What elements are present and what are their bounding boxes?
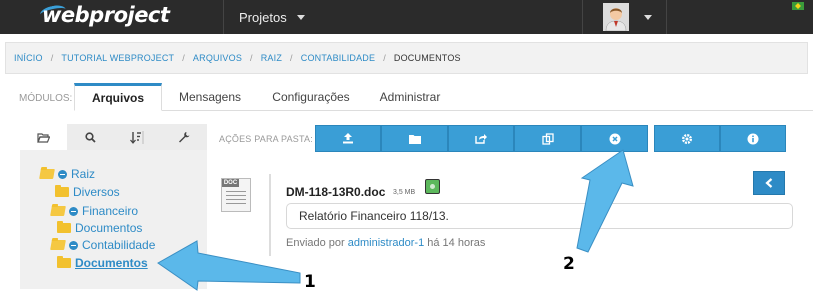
tree-item-finance-documents[interactable]: Documentos [57, 221, 142, 235]
breadcrumb: INÍCIO / TUTORIAL WEBPROJECT / ARQUIVOS … [5, 42, 808, 74]
tree-item-label: Diversos [73, 185, 120, 199]
logo-text: webproject [42, 3, 170, 27]
back-button[interactable] [753, 171, 785, 195]
delete-button[interactable] [581, 125, 648, 152]
doc-lines [226, 191, 246, 207]
settings-button[interactable] [654, 125, 720, 152]
navbar-divider [666, 0, 667, 34]
breadcrumb-accounting[interactable]: CONTABILIDADE [301, 53, 375, 63]
close-circle-icon [609, 133, 620, 144]
tab-admin[interactable]: Administrar [370, 83, 450, 111]
collapse-icon[interactable] [69, 240, 78, 250]
folder-open-icon [39, 169, 55, 179]
folder-open-icon [50, 240, 66, 250]
breadcrumb-project[interactable]: TUTORIAL WEBPROJECT [61, 53, 174, 63]
user-avatar[interactable] [603, 3, 629, 31]
breadcrumb-files[interactable]: ARQUIVOS [193, 53, 242, 63]
tree-item-label: Contabilidade [82, 238, 156, 252]
breadcrumb-current: DOCUMENTOS [393, 53, 461, 63]
tree-item-label: Documentos [75, 256, 148, 270]
tree-item-misc[interactable]: Diversos [55, 185, 120, 199]
tree-item-accounting-documents[interactable]: Documentos [57, 256, 148, 270]
info-button[interactable] [720, 125, 786, 152]
navbar-divider [223, 0, 224, 34]
breadcrumb-separator: / [182, 53, 185, 63]
projects-menu[interactable]: Projetos [239, 10, 305, 25]
copy-button[interactable] [514, 125, 581, 152]
tab-sort[interactable] [114, 124, 161, 150]
folder-open-icon [50, 206, 66, 216]
info-icon [747, 133, 759, 144]
brazil-flag-icon[interactable] [792, 2, 804, 10]
navbar-divider [582, 0, 583, 34]
tab-tools[interactable] [160, 124, 207, 150]
doc-file-type: DOC [222, 179, 239, 187]
folder-icon [55, 185, 69, 197]
search-icon [85, 131, 96, 143]
gear-icon [682, 133, 692, 144]
folder-icon [57, 221, 71, 233]
file-upload-info: Enviado por administrador-1 há 14 horas [286, 237, 485, 249]
tab-settings[interactable]: Configurações [255, 83, 367, 111]
top-navbar: webproject Projetos [0, 0, 813, 34]
projects-label: Projetos [239, 10, 287, 25]
upload-button[interactable] [315, 125, 381, 152]
file-name[interactable]: DM-118-13R0.doc [286, 185, 385, 199]
sent-by-label: Enviado por [286, 237, 345, 249]
collapse-icon[interactable] [58, 169, 67, 179]
chevron-left-icon [765, 178, 773, 188]
tree-item-label: Financeiro [82, 204, 139, 218]
copy-icon [541, 132, 554, 145]
tree-item-finance[interactable]: Financeiro [50, 204, 139, 218]
tab-messages[interactable]: Mensagens [170, 83, 250, 111]
folder-panel-tabs [20, 124, 207, 150]
caret-down-icon [296, 15, 305, 20]
file-divider [269, 174, 271, 256]
annotation-label-2: 2 [563, 254, 575, 274]
breadcrumb-root[interactable]: RAIZ [261, 53, 282, 63]
user-menu-caret-icon[interactable] [644, 15, 652, 20]
tree-item-label: Raiz [71, 167, 96, 181]
upload-icon [343, 133, 353, 144]
download-badge-icon[interactable] [425, 179, 440, 194]
logo[interactable]: webproject [39, 0, 170, 30]
annotation-label-1: 1 [304, 272, 316, 292]
breadcrumb-separator: / [50, 53, 54, 63]
page: webproject Projetos INÍCIO / TUTORIAL WE… [0, 0, 813, 301]
folder-panel: Raiz Diversos Financeiro Documentos Cont… [20, 124, 207, 289]
breadcrumb-separator: / [290, 53, 293, 63]
module-tabs: Arquivos Mensagens Configurações Adminis… [0, 83, 813, 111]
doc-file-icon[interactable]: DOC [221, 178, 251, 212]
sort-icon [129, 130, 144, 144]
tree-item-accounting[interactable]: Contabilidade [50, 238, 156, 252]
tab-files[interactable]: Arquivos [74, 83, 162, 111]
wrench-icon [178, 132, 190, 143]
tree-item-root[interactable]: Raiz [39, 167, 96, 181]
tab-search[interactable] [67, 124, 114, 150]
folder-open-icon [36, 132, 50, 143]
folder-actions-label: AÇÕES PARA PASTA: [219, 134, 313, 144]
share-icon [475, 134, 487, 144]
breadcrumb-home[interactable]: INÍCIO [14, 53, 43, 63]
new-folder-button[interactable] [381, 125, 448, 152]
file-size: 3,5 MB [393, 189, 416, 196]
folder-icon [408, 134, 421, 144]
annotation-arrow-2 [576, 149, 634, 253]
breadcrumb-separator: / [250, 53, 253, 63]
share-button[interactable] [448, 125, 514, 152]
breadcrumb-separator: / [383, 53, 386, 63]
file-description: Relatório Financeiro 118/13. [286, 203, 793, 229]
folder-icon [57, 256, 71, 268]
collapse-icon[interactable] [69, 206, 78, 216]
sent-time: há 14 horas [427, 237, 486, 249]
tree-item-label: Documentos [75, 221, 143, 235]
sent-by-user[interactable]: administrador-1 [348, 237, 424, 249]
tab-folders[interactable] [20, 124, 67, 150]
